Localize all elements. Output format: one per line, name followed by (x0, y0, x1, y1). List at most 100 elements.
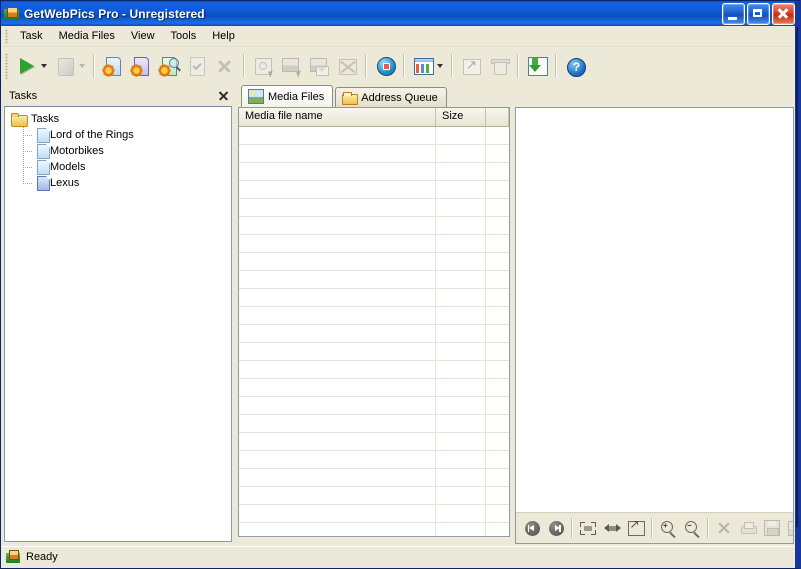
table-row[interactable] (239, 415, 509, 433)
checked-document-icon (186, 55, 208, 77)
edit-task-button[interactable] (183, 52, 211, 80)
window-right-shadow (796, 27, 798, 527)
table-cell (436, 163, 486, 180)
export-button[interactable] (457, 52, 485, 80)
column-header-size[interactable]: Size (436, 108, 486, 126)
bottom-splitter[interactable] (238, 537, 510, 544)
print-image-button[interactable] (736, 516, 760, 540)
table-row[interactable] (239, 217, 509, 235)
delete-image-button[interactable] (712, 516, 736, 540)
table-cell (486, 343, 509, 360)
green-play-icon (16, 55, 38, 77)
tree-item-label: Lexus (50, 177, 80, 189)
send-picture-button[interactable] (305, 52, 333, 80)
table-row[interactable] (239, 451, 509, 469)
start-task-button[interactable] (13, 52, 41, 80)
download-button[interactable] (523, 52, 551, 80)
open-external-button[interactable] (624, 516, 648, 540)
table-row[interactable] (239, 361, 509, 379)
table-row[interactable] (239, 523, 509, 536)
tree-root-tasks[interactable]: Tasks (9, 111, 229, 127)
delete-task-button[interactable] (211, 52, 239, 80)
media-list-header: Media file name Size (239, 108, 509, 127)
toolbar-grip-handle[interactable] (5, 53, 8, 79)
menu-item-media-files[interactable]: Media Files (51, 28, 123, 44)
maximize-button[interactable] (747, 3, 770, 25)
table-row[interactable] (239, 181, 509, 199)
next-image-button[interactable] (544, 516, 568, 540)
new-task-button[interactable] (99, 52, 127, 80)
media-list[interactable]: Media file name Size (238, 107, 510, 537)
clear-selection-button[interactable] (333, 52, 361, 80)
green-document-gear-search-icon (158, 55, 180, 77)
previous-image-button[interactable] (520, 516, 544, 540)
column-header-extra[interactable] (486, 108, 509, 126)
table-row[interactable] (239, 487, 509, 505)
table-row[interactable] (239, 505, 509, 523)
invert-selection-button[interactable] (277, 52, 305, 80)
table-row[interactable] (239, 145, 509, 163)
tab-address-queue[interactable]: Address Queue (335, 87, 447, 107)
table-row[interactable] (239, 343, 509, 361)
preview-image-area[interactable] (516, 108, 793, 512)
table-cell (239, 307, 436, 324)
menu-item-help[interactable]: Help (204, 28, 243, 44)
tree-item-lexus[interactable]: Lexus (23, 175, 229, 191)
browse-web-button[interactable] (371, 52, 399, 80)
table-row[interactable] (239, 397, 509, 415)
menu-item-task[interactable]: Task (12, 28, 51, 44)
table-cell (486, 487, 509, 504)
zoom-in-button[interactable]: + (656, 516, 680, 540)
frame-cursor-icon (252, 55, 275, 78)
column-header-media-file-name[interactable]: Media file name (239, 108, 436, 126)
table-row[interactable] (239, 271, 509, 289)
actual-size-button[interactable] (600, 516, 624, 540)
actual-size-icon (603, 523, 621, 534)
zoom-out-button[interactable]: − (680, 516, 704, 540)
edit-image-button[interactable] (784, 516, 793, 540)
clear-queue-button[interactable] (485, 52, 513, 80)
stop-task-button[interactable] (51, 52, 79, 80)
tab-media-files[interactable]: Media Files (241, 85, 334, 107)
tree-item-motorbikes[interactable]: Motorbikes (23, 143, 229, 159)
menu-grip-handle[interactable] (5, 29, 8, 43)
table-row[interactable] (239, 127, 509, 145)
task-properties-button[interactable] (155, 52, 183, 80)
table-row[interactable] (239, 469, 509, 487)
toolbar-separator (451, 54, 453, 78)
stop-task-dropdown-arrow[interactable] (79, 64, 85, 68)
table-row[interactable] (239, 253, 509, 271)
table-row[interactable] (239, 307, 509, 325)
start-task-dropdown-arrow[interactable] (41, 64, 47, 68)
app-folder-picture-icon (4, 6, 20, 22)
table-row[interactable] (239, 235, 509, 253)
table-row[interactable] (239, 199, 509, 217)
table-row[interactable] (239, 163, 509, 181)
preview-separator (707, 518, 709, 538)
menu-item-view[interactable]: View (123, 28, 163, 44)
view-mode-button[interactable] (409, 52, 437, 80)
tree-item-models[interactable]: Models (23, 159, 229, 175)
view-mode-dropdown-arrow[interactable] (437, 64, 443, 68)
toolbar-separator (243, 54, 245, 78)
fit-to-window-button[interactable] (576, 516, 600, 540)
tree-item-lord-of-the-rings[interactable]: Lord of the Rings (23, 127, 229, 143)
table-cell (436, 307, 486, 324)
table-row[interactable] (239, 289, 509, 307)
close-icon[interactable] (217, 89, 230, 102)
table-row[interactable] (239, 379, 509, 397)
select-all-files-button[interactable] (249, 52, 277, 80)
blue-question-help-icon: ? (564, 55, 586, 77)
right-region: Media Files Address Queue Media file nam… (238, 85, 794, 544)
table-cell (239, 505, 436, 522)
table-row[interactable] (239, 325, 509, 343)
table-cell (239, 289, 436, 306)
new-task-violet-button[interactable] (127, 52, 155, 80)
minimize-button[interactable] (722, 3, 745, 25)
table-row[interactable] (239, 433, 509, 451)
tasks-tree[interactable]: Tasks Lord of the Rings Motorbikes Model… (4, 106, 232, 542)
menu-item-tools[interactable]: Tools (163, 28, 205, 44)
close-button[interactable] (772, 3, 795, 25)
save-image-button[interactable] (760, 516, 784, 540)
help-button[interactable]: ? (561, 52, 589, 80)
